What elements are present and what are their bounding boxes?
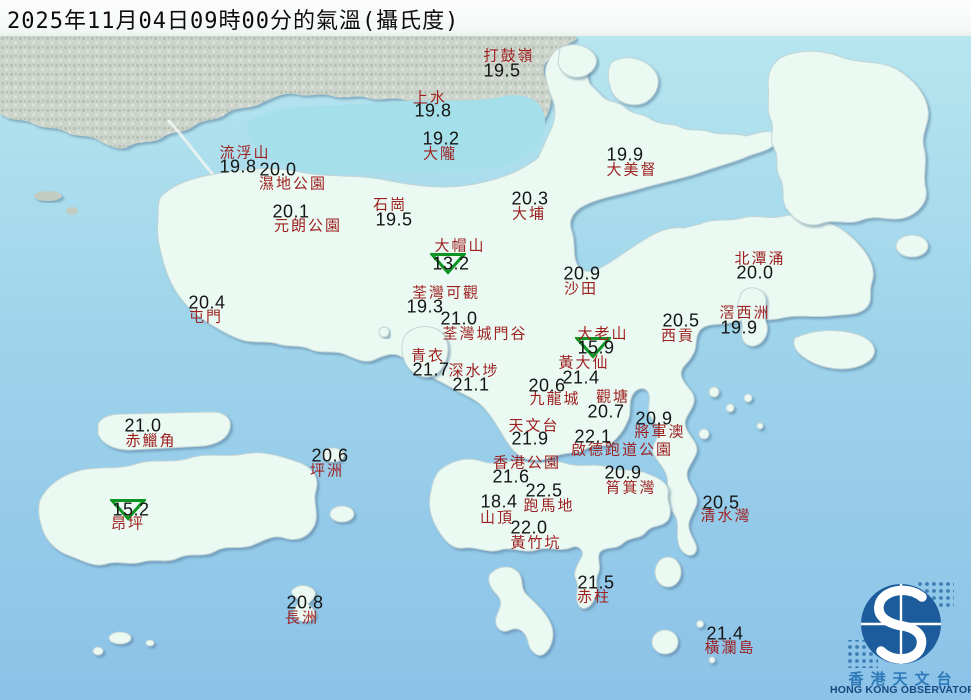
station-temperature-value: 21.5 [577,573,614,594]
station-temperature-value: 19.8 [219,157,256,178]
station-temperature-value: 21.0 [440,309,477,330]
station-temperature-value: 21.6 [492,467,529,488]
station-temperature-value: 21.4 [562,368,599,389]
station-temperature-value: 21.0 [124,416,161,437]
station-temperature-value: 19.3 [406,297,443,318]
station-temperature-value: 20.5 [702,493,739,514]
station-temperature-value: 20.4 [188,293,225,314]
station-temperature-value: 19.9 [720,318,757,339]
hko-logo-name-en: HONG KONG OBSERVATORY [830,684,971,696]
station-temperature-value: 20.3 [511,189,548,210]
station-temperature-value: 19.9 [606,145,643,166]
station-temperature-value: 20.9 [635,409,672,430]
station-temperature-value: 20.7 [587,402,624,423]
hko-temperature-map-screen: 2025年11月04日09時00分的氣溫(攝氏度) 打鼓嶺 19.5 上水 19… [0,0,971,700]
station-temperature-value: 20.0 [259,160,296,181]
station-temperature-value: 20.0 [736,263,773,284]
station-temperature-value: 21.1 [452,375,489,396]
station-temperature-value: 20.9 [604,463,641,484]
station-temperature-value: 20.6 [528,376,565,397]
station-temperature-value: 20.1 [272,202,309,223]
station-temperature-value: 20.5 [662,311,699,332]
station-temperature-value: 20.8 [286,593,323,614]
station-temperature-value: 18.4 [480,492,517,513]
station-temperature-value: 22.1 [574,427,611,448]
stations-layer: 打鼓嶺 19.5 上水 19.8 大隴 19.2 流浮山 19.8 濕地公園 2… [0,0,971,700]
station-temperature-value: 20.6 [311,446,348,467]
station-temperature-value: 20.9 [563,264,600,285]
station-temperature-value: 21.7 [412,360,449,381]
station-temperature-value: 19.8 [414,101,451,122]
station-temperature-value: 22.5 [525,481,562,502]
station-temperature-value: 13.2 [432,254,469,275]
station-temperature-value: 19.5 [483,61,520,82]
station-temperature-value: 21.4 [706,624,743,645]
station-temperature-value: 21.9 [511,429,548,450]
station-temperature-value: 22.0 [510,518,547,539]
station-temperature-value: 19.2 [422,129,459,150]
station-temperature-value: 19.5 [375,210,412,231]
station-temperature-value: 15.2 [112,500,149,521]
station-name-label: 大帽山 [434,235,485,256]
